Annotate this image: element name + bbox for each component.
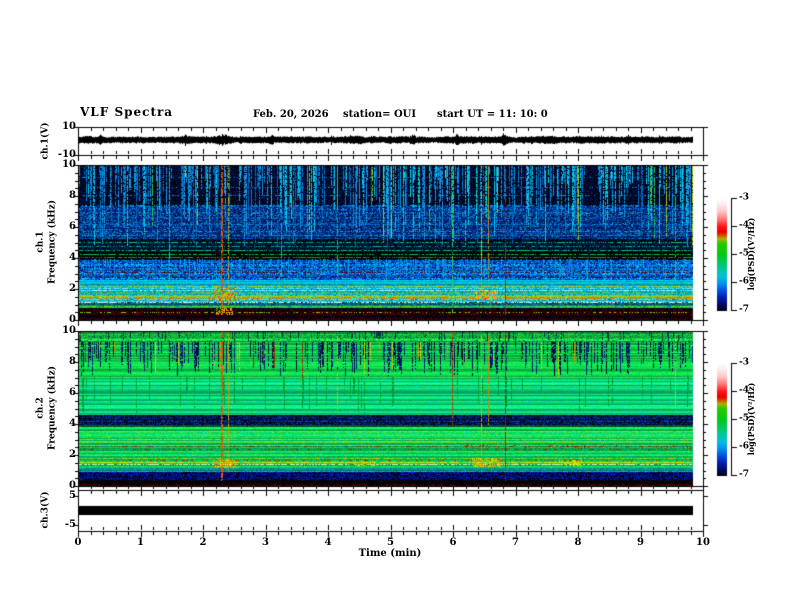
x-tick-label: 1 bbox=[137, 537, 144, 548]
ch1-freq-y-tick-label: 2 bbox=[69, 283, 76, 294]
page-title: VLF Spectra bbox=[80, 105, 174, 119]
ch1-freq-y-tick-label: 10 bbox=[62, 159, 76, 170]
ch1-freq-y-tick-label: 8 bbox=[69, 190, 76, 201]
ch1-freq-y-tick-label: 6 bbox=[69, 221, 76, 232]
x-tick-label: 4 bbox=[324, 537, 332, 548]
x-tick-label: 7 bbox=[512, 537, 519, 548]
colorbar-tick-label: -6 bbox=[739, 276, 749, 287]
x-tick-label: 9 bbox=[637, 537, 644, 548]
date-label: Feb. 20, 2026 bbox=[253, 109, 329, 120]
colorbar-tick-label: -3 bbox=[739, 192, 749, 203]
x-tick-label: 0 bbox=[74, 537, 82, 548]
x-tick-label: 8 bbox=[574, 537, 582, 548]
ch1v-y-tick-label: 10 bbox=[62, 121, 76, 132]
x-tick-label: 6 bbox=[449, 537, 457, 548]
ch1-voltage-axis-label: ch.1(V) bbox=[40, 122, 51, 160]
ch1-freq-y-tick-label: 0 bbox=[69, 314, 76, 325]
ch2-axis-name-label: ch.2 bbox=[35, 397, 46, 419]
x-tick-label: 2 bbox=[199, 537, 207, 548]
ch1-axis-name-label: ch.1 bbox=[35, 231, 46, 253]
ch1-freq-y-tick-label: 4 bbox=[69, 252, 76, 263]
plot-canvas bbox=[0, 0, 792, 612]
x-tick-label: 10 bbox=[696, 537, 710, 548]
colorbar-tick-label: -5 bbox=[739, 413, 749, 424]
colorbar-tick-label: -7 bbox=[739, 304, 749, 315]
colorbar-tick-label: -4 bbox=[739, 220, 749, 231]
vlf-spectra-figure: VLF Spectra Feb. 20, 2026 station= OUI s… bbox=[0, 0, 792, 612]
x-tick-label: 5 bbox=[387, 537, 394, 548]
ch2-freq-y-tick-label: 4 bbox=[69, 418, 76, 429]
time-axis-label: Time (min) bbox=[358, 548, 422, 559]
ch2-freq-y-tick-label: 6 bbox=[69, 387, 76, 398]
ch2-freq-y-tick-label: 2 bbox=[69, 449, 76, 460]
ch3v-y-tick-label: -5 bbox=[64, 519, 76, 531]
station-label: station= OUI bbox=[343, 109, 417, 120]
ch2-frequency-axis-label: Frequency (kHz) bbox=[47, 365, 58, 451]
ch1-frequency-axis-label: Frequency (kHz) bbox=[47, 199, 58, 285]
start-ut-label: start UT = 11: 10: 0 bbox=[437, 109, 548, 120]
ch3-voltage-axis-label: ch.3(V) bbox=[40, 491, 51, 529]
ch2-freq-y-tick-label: 10 bbox=[62, 325, 76, 336]
colorbar-tick-label: -5 bbox=[739, 248, 749, 259]
ch2-freq-y-tick-label: 8 bbox=[69, 356, 76, 367]
colorbar-tick-label: -7 bbox=[739, 469, 749, 480]
colorbar-tick-label: -3 bbox=[739, 357, 749, 368]
colorbar-tick-label: -6 bbox=[739, 441, 749, 452]
colorbar-tick-label: -4 bbox=[739, 385, 749, 396]
ch3v-y-tick-label: 5 bbox=[69, 489, 76, 501]
x-tick-label: 3 bbox=[262, 537, 269, 548]
